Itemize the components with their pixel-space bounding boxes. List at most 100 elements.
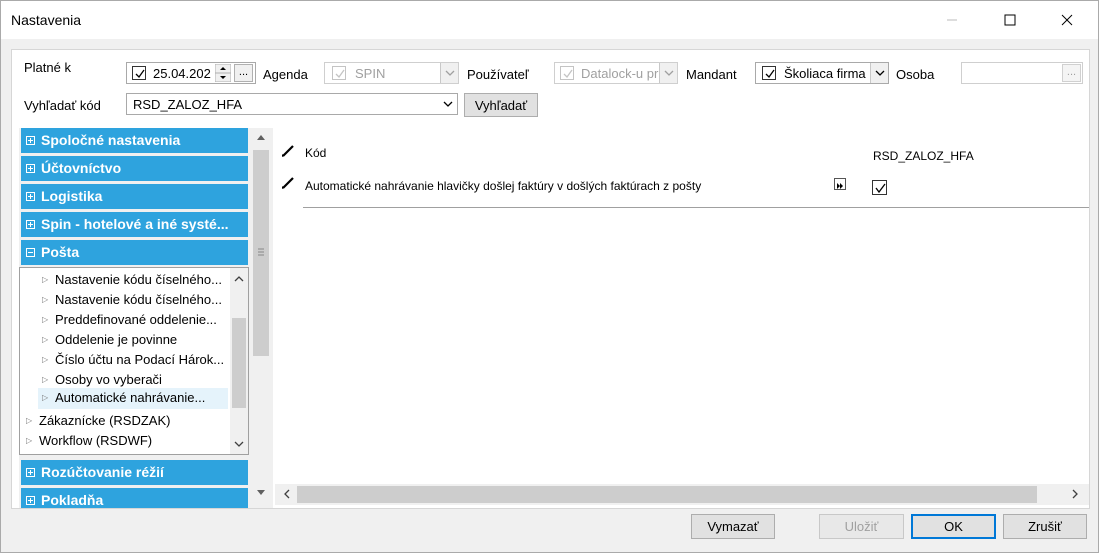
close-button[interactable] <box>1044 1 1090 39</box>
osoba-field[interactable]: ... <box>961 62 1083 84</box>
vyhladat-kod-label: Vyhľadať kód <box>24 98 101 113</box>
osoba-label: Osoba <box>896 67 935 82</box>
list-item[interactable]: ▷ Nastavenie kódu číselného... <box>42 270 228 290</box>
window-title: Nastavenia <box>11 12 82 28</box>
check-icon <box>875 183 886 194</box>
collapse-icon <box>26 248 35 257</box>
check-icon <box>765 69 775 79</box>
date-picker-button[interactable]: ... <box>234 64 253 82</box>
double-arrow-right-icon <box>837 183 843 189</box>
sublist-scrollbar[interactable] <box>230 268 248 454</box>
category-label: Pošta <box>41 244 80 260</box>
expand-detail-button[interactable] <box>834 178 846 190</box>
category-label: Pokladňa <box>41 492 104 508</box>
category-label: Spoločné nastavenia <box>41 132 181 148</box>
maximize-button[interactable] <box>987 1 1033 39</box>
category-uctovnictvo[interactable]: Účtovníctvo <box>21 156 248 181</box>
date-field[interactable]: 25.04.202 ... <box>126 62 256 84</box>
setting-label-auto: Automatické nahrávanie hlavičky došlej f… <box>305 179 702 193</box>
check-icon <box>135 69 145 79</box>
list-group-item[interactable]: ▷ Workflow (RSDWF) <box>26 431 226 451</box>
agenda-dropdown-button[interactable] <box>440 63 458 83</box>
expand-icon <box>26 496 35 505</box>
osoba-browse-button[interactable]: ... <box>1062 64 1081 82</box>
list-item[interactable]: ▷ Osoby vo vyberači <box>42 370 228 390</box>
panel-scrollbar[interactable] <box>251 128 271 502</box>
date-spinner[interactable] <box>214 63 232 83</box>
edit-pencil-icon <box>282 177 294 189</box>
vymazat-button[interactable]: Vymazať <box>691 514 775 539</box>
category-logistika[interactable]: Logistika <box>21 184 248 209</box>
settings-window: Nastavenia Platné k 25.04.202 ... Agenda… <box>0 0 1099 553</box>
setting-checkbox-auto[interactable] <box>872 180 887 195</box>
settings-hscrollbar[interactable] <box>275 484 1089 505</box>
category-rozuctovanie[interactable]: Rozúčtovanie réžií <box>21 460 248 485</box>
category-label: Spin - hotelové a iné systé... <box>41 216 229 232</box>
row-divider <box>303 207 1089 208</box>
category-label: Logistika <box>41 188 103 204</box>
tree-arrow-icon: ▷ <box>26 436 33 445</box>
list-item[interactable]: ▷ Nastavenie kódu číselného... <box>42 290 228 310</box>
tree-arrow-icon: ▷ <box>42 295 49 304</box>
chevron-down-icon <box>664 70 673 76</box>
zrusit-button[interactable]: Zrušiť <box>1003 514 1087 539</box>
expand-icon <box>26 192 35 201</box>
expand-icon <box>26 136 35 145</box>
list-item[interactable]: ▷ Oddelenie je povinne <box>42 330 228 350</box>
agenda-value: SPIN <box>355 66 386 81</box>
mandant-value: Školiaca firma <box>784 66 866 81</box>
ok-button[interactable]: OK <box>911 514 996 539</box>
search-button[interactable]: Vyhľadať <box>464 93 538 117</box>
settings-panel: Kód RSD_ZALOZ_HFA Automatické nahrávanie… <box>275 128 1089 506</box>
agenda-checkbox[interactable] <box>332 66 346 80</box>
platne-k-label: Platné k <box>24 60 71 75</box>
check-icon <box>335 69 345 79</box>
pouzivatel-value: Datalock-u pr <box>581 66 659 81</box>
mandant-dropdown-button[interactable] <box>870 63 888 83</box>
category-spolocne[interactable]: Spoločné nastavenia <box>21 128 248 153</box>
tree-arrow-icon: ▷ <box>42 375 49 384</box>
category-posta[interactable]: Pošta <box>21 240 248 265</box>
chevron-down-icon <box>445 70 454 76</box>
mandant-select[interactable]: Školiaca firma <box>755 62 889 84</box>
list-group-item[interactable]: ▷ Zákaznícke (RSDZAK) <box>26 411 226 431</box>
minimize-button[interactable] <box>929 1 975 39</box>
category-pokladna[interactable]: Pokladňa <box>21 488 248 508</box>
list-item[interactable]: ▷ Číslo účtu na Podací Hárok... <box>42 350 228 370</box>
tree-arrow-icon: ▷ <box>42 275 49 284</box>
list-item-selected[interactable]: ▷ Automatické nahrávanie... <box>38 388 228 409</box>
expand-icon <box>26 468 35 477</box>
agenda-select[interactable]: SPIN <box>324 62 459 84</box>
expand-icon <box>26 164 35 173</box>
spinner-icon <box>214 63 232 83</box>
tree-arrow-icon: ▷ <box>42 315 49 324</box>
kod-dropdown-button[interactable] <box>439 94 457 114</box>
maximize-icon <box>1004 14 1016 26</box>
mandant-checkbox[interactable] <box>762 66 776 80</box>
category-label: Rozúčtovanie réžií <box>41 464 164 480</box>
minimize-icon <box>947 19 957 21</box>
posta-sublist: ▷ Nastavenie kódu číselného... ▷ Nastave… <box>19 267 249 455</box>
pouzivatel-dropdown-button[interactable] <box>659 63 677 83</box>
edit-pencil-icon <box>282 145 294 157</box>
pouzivatel-select[interactable]: Datalock-u pr <box>554 62 678 84</box>
kod-select[interactable]: RSD_ZALOZ_HFA <box>126 93 458 115</box>
scrollbar-graphic <box>232 276 246 447</box>
title-bar: Nastavenia <box>1 1 1098 39</box>
check-icon <box>563 69 573 79</box>
setting-value-kod: RSD_ZALOZ_HFA <box>873 149 974 163</box>
close-icon <box>1061 14 1073 26</box>
kod-value: RSD_ZALOZ_HFA <box>133 97 243 112</box>
expand-icon <box>26 220 35 229</box>
ulozit-button[interactable]: Uložiť <box>819 514 904 539</box>
date-value: 25.04.202 <box>153 66 211 81</box>
date-checkbox[interactable] <box>132 66 146 80</box>
scrollbar-graphic <box>253 135 269 495</box>
tree-arrow-icon: ▷ <box>42 393 49 402</box>
category-spin[interactable]: Spin - hotelové a iné systé... <box>21 212 248 237</box>
category-label: Účtovníctvo <box>41 160 122 176</box>
list-item[interactable]: ▷ Preddefinované oddelenie... <box>42 310 228 330</box>
mandant-label: Mandant <box>686 67 737 82</box>
pouzivatel-label: Používateľ <box>467 67 529 82</box>
pouzivatel-checkbox[interactable] <box>560 66 574 80</box>
